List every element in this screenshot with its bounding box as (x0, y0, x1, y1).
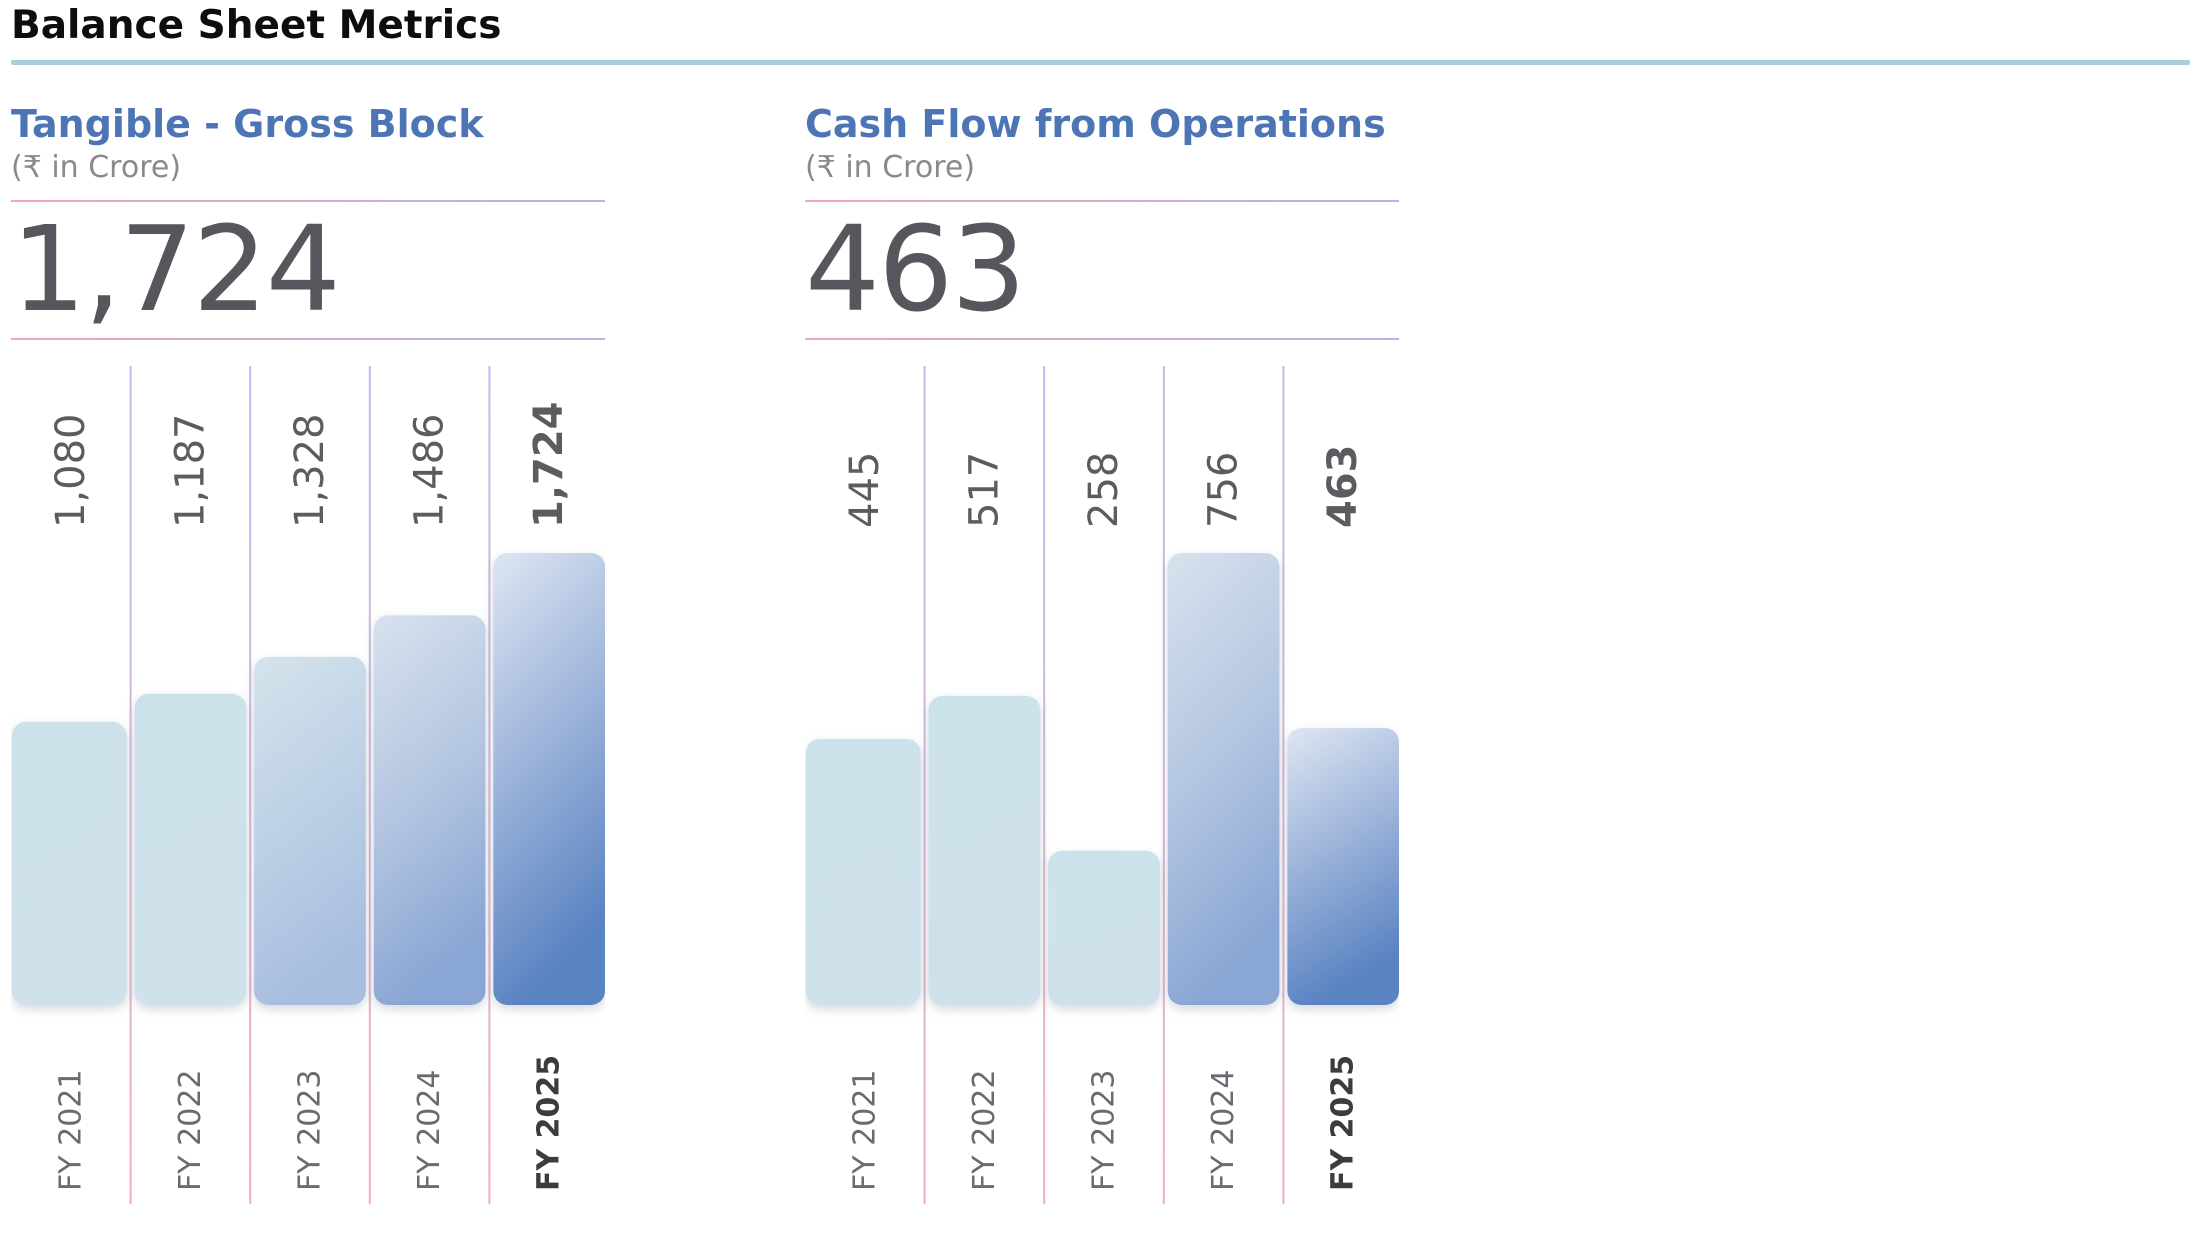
value-label: 463 (1320, 445, 1366, 529)
gross-block-bar-chart: 1,080 FY 2021 1,187 FY 2022 1,328 FY 2023 1,48… (12, 366, 605, 1204)
cash-flow-bar-chart: 445 FY 2021 517 FY 2022 258 FY 2023 756 FY 2024… (806, 366, 1399, 1204)
bar-fy-2023 (254, 656, 366, 1005)
category-label: FY 2024 (412, 1070, 447, 1191)
value-label: 1,724 (526, 401, 572, 528)
bar-fy-2024 (373, 615, 486, 1005)
bar-fy-2024 (1167, 553, 1280, 1005)
bar-fy-2025 (1287, 728, 1399, 1005)
value-label: 258 (1081, 452, 1127, 528)
bar-fy-2022 (928, 695, 1041, 1005)
column-separator (1162, 366, 1165, 1204)
cash-flow-panel: Cash Flow from Operations (₹ in Crore) 4… (805, 96, 1399, 1236)
bar-fy-2021 (806, 738, 921, 1005)
value-label: 1,486 (407, 413, 453, 528)
column-separator (1282, 366, 1285, 1204)
category-label: FY 2022 (173, 1070, 208, 1191)
title-divider (11, 60, 2190, 65)
category-label: FY 2021 (847, 1070, 882, 1191)
category-label: FY 2022 (967, 1070, 1002, 1191)
bar-fy-2023 (1048, 850, 1160, 1005)
bar-fy-2021 (12, 721, 127, 1005)
column-separator (129, 366, 132, 1204)
page-title: Balance Sheet Metrics (11, 3, 502, 48)
category-label: FY 2025 (532, 1055, 567, 1191)
column-separator (249, 366, 252, 1204)
gross-block-panel: Tangible - Gross Block (₹ in Crore) 1,72… (11, 96, 605, 1236)
value-label: 517 (961, 452, 1007, 528)
value-label: 1,187 (167, 413, 213, 528)
column-separator (368, 366, 371, 1204)
category-label: FY 2023 (1087, 1070, 1122, 1191)
value-label: 1,080 (48, 413, 94, 528)
value-label: 756 (1201, 452, 1247, 528)
category-label: FY 2024 (1206, 1070, 1241, 1191)
column-separator (923, 366, 926, 1204)
category-label: FY 2021 (53, 1070, 88, 1191)
bar-fy-2022 (134, 693, 247, 1005)
column-separator (488, 366, 491, 1204)
value-label: 1,328 (287, 413, 333, 528)
bar-fy-2025 (493, 553, 605, 1005)
category-label: FY 2023 (293, 1070, 328, 1191)
column-separator (1043, 366, 1046, 1204)
value-label: 445 (842, 452, 888, 528)
category-label: FY 2025 (1326, 1055, 1361, 1191)
